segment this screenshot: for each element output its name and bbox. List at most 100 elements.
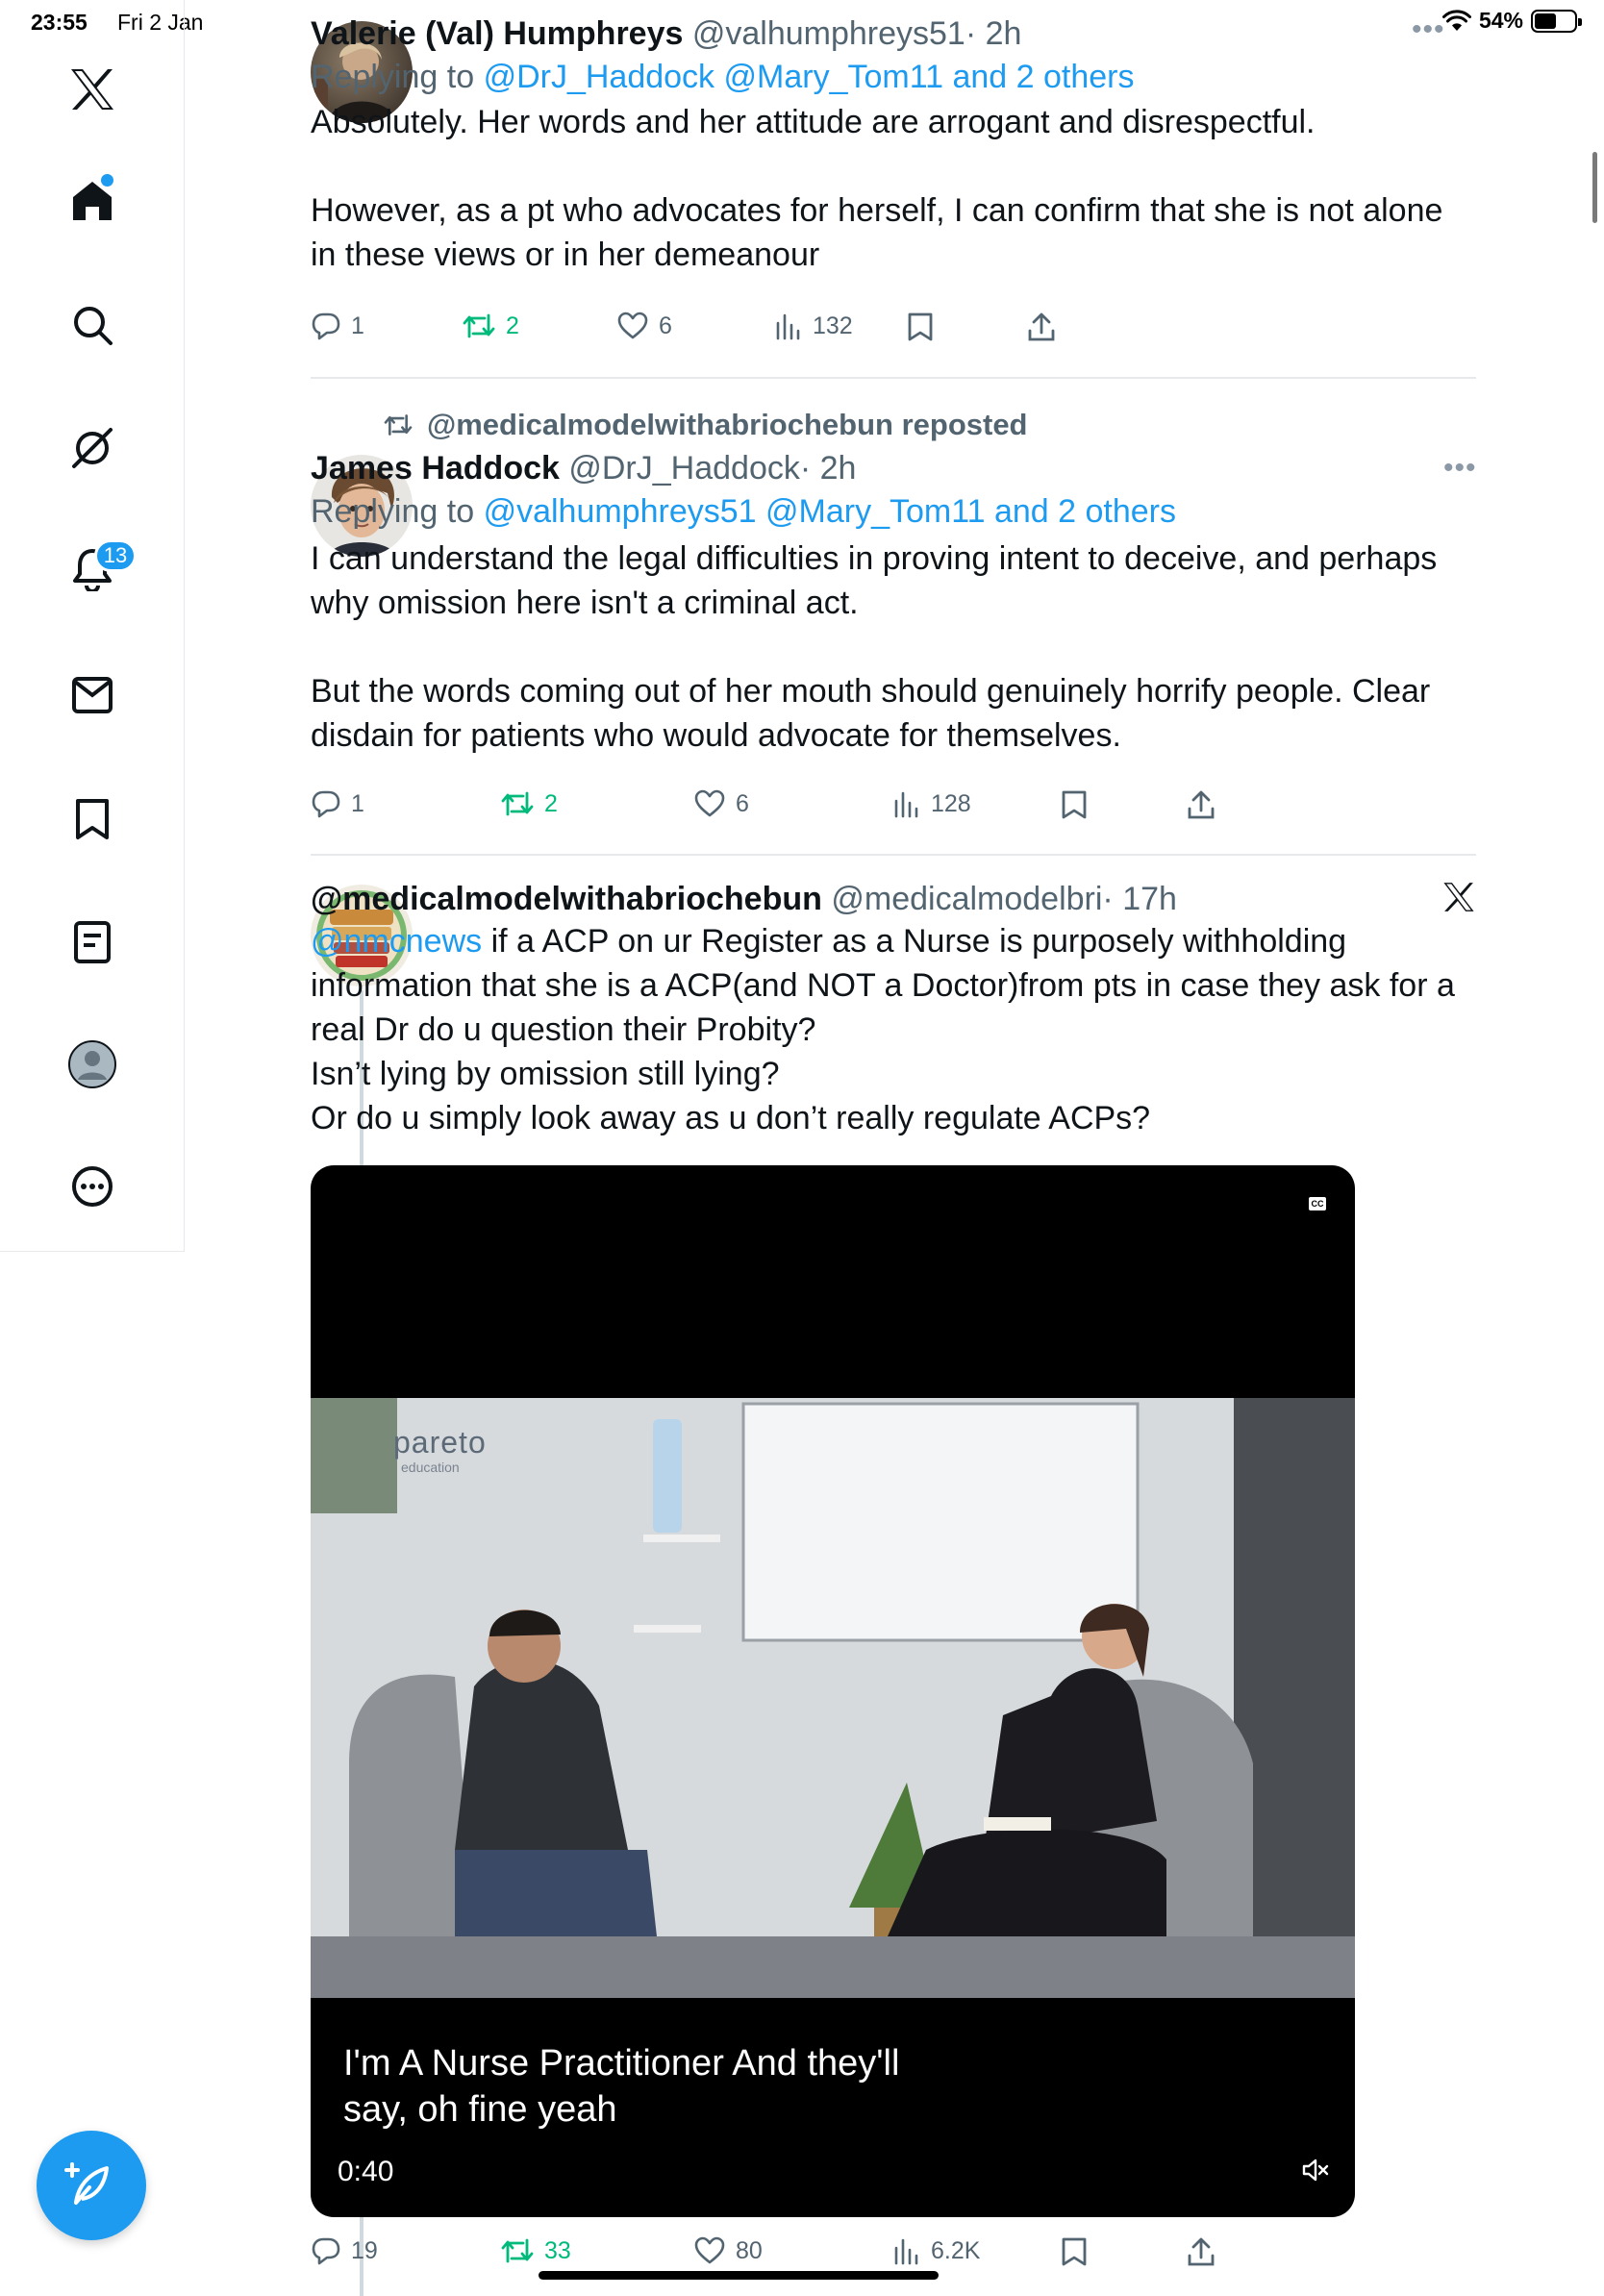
caption-line: I'm A Nurse Practitioner And they'll xyxy=(343,2043,900,2084)
post-time: · 2h xyxy=(965,15,1022,52)
like-count: 80 xyxy=(736,2236,763,2264)
replying-to-link[interactable]: @valhumphreys51 @Mary_Tom11 and 2 others xyxy=(484,493,1176,530)
views-count: 128 xyxy=(931,789,971,817)
heart-icon xyxy=(617,312,648,339)
author-name[interactable]: James Haddock xyxy=(311,450,560,487)
bookmark-button[interactable] xyxy=(1061,2236,1088,2267)
post-james[interactable]: James Haddock @DrJ_Haddock· 2h Replying … xyxy=(311,448,1476,758)
views-count: 6.2K xyxy=(931,2236,981,2264)
share-icon xyxy=(1188,790,1215,819)
repost-icon xyxy=(463,313,495,338)
home-indicator[interactable] xyxy=(539,2271,939,2280)
reply-icon xyxy=(312,790,340,818)
share-button[interactable] xyxy=(1186,789,1216,820)
video-player[interactable]: CC pareto education I'm A Nurse Practiti… xyxy=(311,1165,1355,2217)
repost-label[interactable]: @medicalmodelwithabriochebun reposted xyxy=(427,408,1028,442)
post-header: James Haddock @DrJ_Haddock· 2h xyxy=(311,448,1476,488)
x-logo-icon[interactable] xyxy=(0,67,185,112)
more-options-icon[interactable] xyxy=(0,1165,185,1208)
like-button[interactable]: 6 xyxy=(693,789,749,818)
post-time: · 2h xyxy=(799,450,857,487)
reply-icon xyxy=(312,312,340,340)
views-icon xyxy=(894,791,918,818)
post-divider xyxy=(311,377,1476,379)
sidebar: 13 xyxy=(0,0,185,1252)
repost-count: 33 xyxy=(544,2236,571,2264)
battery-percent: 54% xyxy=(1478,8,1523,33)
scrollbar[interactable] xyxy=(1592,152,1597,223)
mention-link[interactable]: @nmcnews xyxy=(311,923,482,960)
views-button[interactable]: 6.2K xyxy=(892,2236,980,2265)
x-source-icon xyxy=(1442,881,1475,918)
compose-post-button[interactable] xyxy=(37,2131,146,2240)
search-icon[interactable] xyxy=(0,304,185,346)
views-button[interactable]: 132 xyxy=(774,312,853,340)
repost-count: 2 xyxy=(544,789,558,817)
grok-icon[interactable] xyxy=(0,426,185,470)
heart-icon xyxy=(694,2236,725,2264)
replying-prefix: Replying to xyxy=(311,493,475,530)
repost-count: 2 xyxy=(506,312,519,339)
replying-to-link[interactable]: @DrJ_Haddock @Mary_Tom11 and 2 others xyxy=(484,59,1135,95)
repost-icon xyxy=(501,791,534,816)
author-handle[interactable]: @valhumphreys51 xyxy=(692,15,965,52)
post-divider xyxy=(311,854,1476,856)
captions-button[interactable]: CC xyxy=(1309,1197,1326,1210)
like-button[interactable]: 80 xyxy=(693,2236,763,2265)
caption-line: say, oh fine yeah xyxy=(343,2089,617,2130)
post-paragraph: Isn’t lying by omission still lying? xyxy=(311,1056,780,1092)
reply-button[interactable]: 1 xyxy=(311,789,364,818)
mute-icon[interactable] xyxy=(1301,2156,1330,2189)
video-caption: I'm A Nurse Practitioner And they'll say… xyxy=(343,2040,899,2133)
replying-prefix: Replying to xyxy=(311,59,475,95)
video-brand: pareto xyxy=(393,1425,487,1460)
author-name[interactable]: Valerie (Val) Humphreys xyxy=(311,15,683,52)
post-more-icon[interactable]: ••• xyxy=(1443,452,1477,485)
bookmark-icon xyxy=(1062,790,1087,819)
post-text: @nmcnews if a ACP on ur Register as a Nu… xyxy=(311,919,1476,1140)
bookmark-button[interactable] xyxy=(1061,789,1088,820)
author-handle[interactable]: @DrJ_Haddock xyxy=(568,450,800,487)
views-button[interactable]: 128 xyxy=(892,789,971,818)
reply-button[interactable]: 19 xyxy=(311,2236,378,2265)
repost-button[interactable]: 2 xyxy=(462,312,519,340)
heart-icon xyxy=(694,789,725,817)
messages-icon[interactable] xyxy=(0,676,185,714)
bookmark-icon xyxy=(1062,2237,1087,2266)
views-icon xyxy=(894,2238,918,2265)
like-button[interactable]: 6 xyxy=(616,312,672,340)
battery-icon xyxy=(1531,9,1582,33)
post-valerie[interactable]: Valerie (Val) Humphreys @valhumphreys51·… xyxy=(311,13,1476,277)
post-paragraph: Absolutely. Her words and her attitude a… xyxy=(311,104,1316,140)
video-duration: 0:40 xyxy=(338,2156,394,2187)
profile-avatar-icon[interactable] xyxy=(0,1040,185,1088)
repost-button[interactable]: 33 xyxy=(500,2236,571,2265)
home-icon[interactable] xyxy=(0,179,185,223)
reply-icon xyxy=(312,2237,340,2265)
repost-button[interactable]: 2 xyxy=(500,789,558,818)
post-paragraph: However, as a pt who advocates for herse… xyxy=(311,192,1443,273)
bookmark-button[interactable] xyxy=(907,312,934,342)
post-paragraph: But the words coming out of her mouth sh… xyxy=(311,673,1431,754)
bookmarks-icon[interactable] xyxy=(0,797,185,841)
post-actions: 19 33 80 6.2K xyxy=(311,2236,1476,2275)
video-frame: pareto education xyxy=(311,1398,1355,1998)
repost-indicator: @medicalmodelwithabriochebun reposted xyxy=(383,408,1028,442)
post-text: I can understand the legal difficulties … xyxy=(311,537,1476,758)
post-header: Valerie (Val) Humphreys @valhumphreys51·… xyxy=(311,13,1476,54)
views-icon xyxy=(776,313,800,340)
notifications-icon[interactable] xyxy=(0,547,185,591)
reply-count: 19 xyxy=(351,2236,378,2264)
video-brand-sub: education xyxy=(401,1460,460,1475)
author-name[interactable]: @medicalmodelwithabriochebun xyxy=(311,881,822,917)
reply-button[interactable]: 1 xyxy=(311,312,364,340)
share-button[interactable] xyxy=(1026,312,1057,342)
share-button[interactable] xyxy=(1186,2236,1216,2267)
lists-icon[interactable] xyxy=(0,920,185,964)
post-paragraph-text: if a ACP on ur Register as a Nurse is pu… xyxy=(311,923,1455,1048)
post-medicalmodel[interactable]: @medicalmodelwithabriochebun @medicalmod… xyxy=(311,879,1476,1140)
author-handle[interactable]: @medicalmodelbri xyxy=(831,881,1102,917)
repost-icon xyxy=(501,2238,534,2263)
feather-plus-icon xyxy=(64,2162,109,2205)
post-more-icon[interactable]: ••• xyxy=(1412,13,1445,46)
